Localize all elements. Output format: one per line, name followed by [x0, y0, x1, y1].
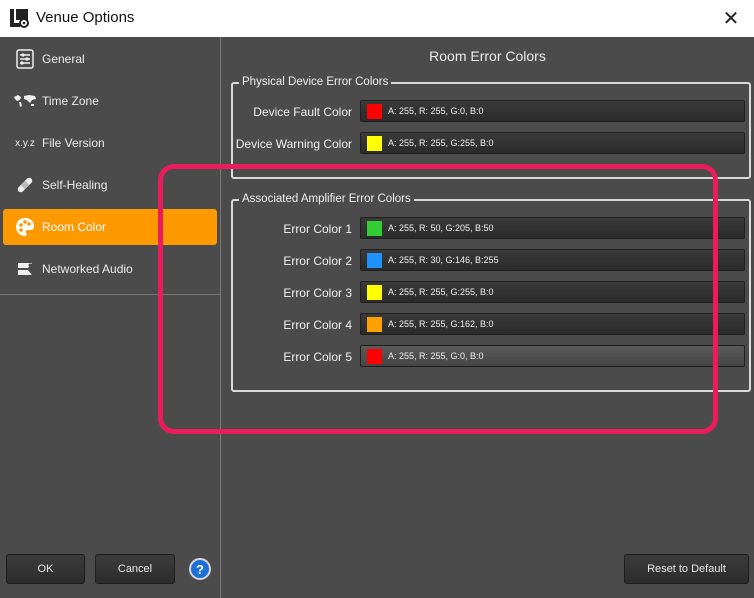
group-legend: Associated Amplifier Error Colors — [239, 193, 414, 205]
sidebar-divider — [0, 294, 220, 295]
world-map-icon — [12, 94, 38, 108]
error-color-2-label: Error Color 2 — [283, 254, 352, 268]
color-swatch — [367, 220, 382, 236]
color-swatch — [367, 284, 382, 300]
sidebar-item-time-zone[interactable]: Time Zone — [3, 83, 217, 119]
color-value: A: 255, R: 255, G:255, B:0 — [388, 138, 494, 148]
color-value: A: 255, R: 50, G:205, B:50 — [388, 223, 494, 233]
sidebar-item-label: Room Color — [42, 220, 107, 234]
sidebar-item-label: General — [42, 52, 85, 66]
color-swatch — [367, 135, 382, 151]
color-swatch — [367, 316, 382, 332]
device-warning-color-label: Device Warning Color — [235, 137, 352, 151]
xyz-icon: x.y.z — [15, 137, 35, 149]
page-title: Room Error Colors — [429, 48, 546, 64]
error-color-5-picker[interactable]: A: 255, R: 255, G:0, B:0 — [360, 345, 745, 367]
error-color-5-label: Error Color 5 — [283, 350, 352, 364]
group-legend: Physical Device Error Colors — [239, 76, 392, 88]
sidebar-item-room-color[interactable]: Room Color — [3, 209, 217, 245]
ok-button[interactable]: OK — [6, 554, 85, 584]
sidebar: General Time Zone x.y.z File Version Sel… — [0, 37, 221, 598]
error-color-3-picker[interactable]: A: 255, R: 255, G:255, B:0 — [360, 281, 745, 303]
color-value: A: 255, R: 255, G:162, B:0 — [388, 319, 494, 329]
physical-device-error-colors-group: Physical Device Error Colors — [231, 76, 751, 179]
sidebar-item-label: Time Zone — [42, 94, 99, 108]
sidebar-item-general[interactable]: General — [3, 41, 217, 77]
device-fault-color-picker[interactable]: A: 255, R: 255, G:0, B:0 — [360, 100, 745, 122]
venue-options-app-icon — [9, 8, 29, 28]
device-fault-color-label: Device Fault Color — [253, 105, 352, 119]
error-color-4-picker[interactable]: A: 255, R: 255, G:162, B:0 — [360, 313, 745, 335]
color-value: A: 255, R: 30, G:146, B:255 — [388, 255, 499, 265]
sidebar-item-networked-audio[interactable]: Networked Audio — [3, 251, 217, 287]
sidebar-item-label: Self-Healing — [42, 178, 108, 192]
sidebar-item-self-healing[interactable]: Self-Healing — [3, 167, 217, 203]
error-color-1-label: Error Color 1 — [283, 222, 352, 236]
color-swatch — [367, 252, 382, 268]
title-bar: Venue Options ✕ — [0, 0, 754, 37]
error-color-1-picker[interactable]: A: 255, R: 50, G:205, B:50 — [360, 217, 745, 239]
help-icon: ? — [196, 561, 204, 577]
reset-to-default-button[interactable]: Reset to Default — [624, 554, 749, 584]
sidebar-item-label: File Version — [42, 136, 105, 150]
error-color-3-label: Error Color 3 — [283, 286, 352, 300]
color-value: A: 255, R: 255, G:255, B:0 — [388, 287, 494, 297]
sidebar-item-file-version[interactable]: x.y.z File Version — [3, 125, 217, 161]
close-icon: ✕ — [722, 8, 740, 30]
help-button[interactable]: ? — [189, 558, 211, 580]
error-color-4-label: Error Color 4 — [283, 318, 352, 332]
cancel-button[interactable]: Cancel — [95, 554, 175, 584]
bandage-icon — [12, 175, 38, 195]
settings-list-icon — [12, 49, 38, 69]
sidebar-item-label: Networked Audio — [42, 262, 133, 276]
color-value: A: 255, R: 255, G:0, B:0 — [388, 106, 484, 116]
color-swatch — [367, 348, 382, 364]
color-swatch — [367, 103, 382, 119]
color-value: A: 255, R: 255, G:0, B:0 — [388, 351, 484, 361]
window-title: Venue Options — [36, 9, 135, 26]
network-audio-icon — [12, 259, 38, 279]
palette-icon — [12, 216, 38, 238]
error-color-2-picker[interactable]: A: 255, R: 30, G:146, B:255 — [360, 249, 745, 271]
close-button[interactable]: ✕ — [708, 0, 754, 37]
device-warning-color-picker[interactable]: A: 255, R: 255, G:255, B:0 — [360, 132, 745, 154]
